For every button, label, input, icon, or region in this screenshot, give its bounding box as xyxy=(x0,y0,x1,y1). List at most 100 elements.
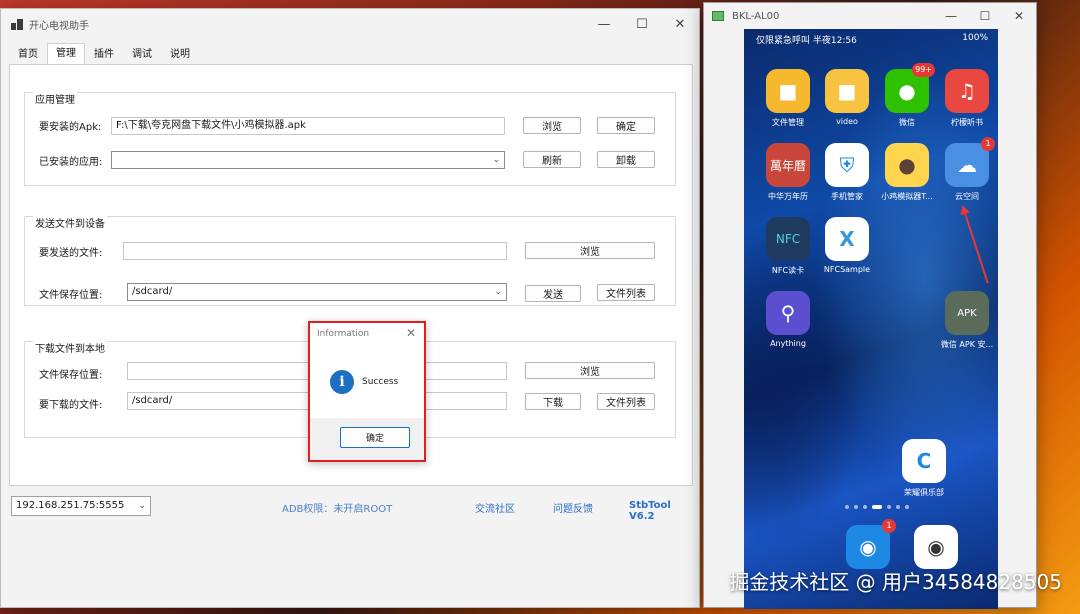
confirm-install-button[interactable]: 确定 xyxy=(597,117,655,134)
close-icon[interactable]: ✕ xyxy=(406,326,416,340)
minimize-icon[interactable]: — xyxy=(585,9,623,39)
send-save-location-select[interactable]: /sdcard/ ⌄ xyxy=(127,283,507,301)
app-wechat-apk-installer[interactable]: APK 微信 APK 安... xyxy=(935,291,998,350)
app-label: 中华万年历 xyxy=(768,192,808,201)
app-label: video xyxy=(836,117,858,126)
download-file-list-button[interactable]: 文件列表 xyxy=(597,393,655,410)
send-save-location-label: 文件保存位置: xyxy=(39,290,103,301)
dialog-title: Information xyxy=(317,329,370,339)
phone-status-bar: 仅限紧急呼叫 半夜12:56 100% xyxy=(756,33,996,47)
page-dot[interactable] xyxy=(887,505,891,509)
dialog-message: Success xyxy=(362,377,399,387)
uninstall-button[interactable]: 卸载 xyxy=(597,151,655,168)
phone-title-bar: BKL-AL00 — ☐ ✕ xyxy=(704,3,1036,29)
calendar-icon: 萬年曆 xyxy=(766,143,810,187)
maximize-icon[interactable]: ☐ xyxy=(623,9,661,39)
shield-icon: ⛨ xyxy=(825,143,869,187)
page-dot[interactable] xyxy=(905,505,909,509)
window-controls: — ☐ ✕ xyxy=(585,9,699,39)
app-calendar[interactable]: 萬年曆 中华万年历 xyxy=(756,143,820,202)
close-icon[interactable]: ✕ xyxy=(661,9,699,39)
app-lemon-audiobook[interactable]: ♫ 柠檬听书 xyxy=(935,69,998,128)
phone-app-icon xyxy=(712,11,724,21)
browser-icon: ◉ 1 xyxy=(846,519,896,569)
app-cloud-space[interactable]: ☁ 1 云空间 xyxy=(935,137,998,202)
app-wechat[interactable]: ● 99+ 微信 xyxy=(875,63,939,128)
installed-apps-label: 已安装的应用: xyxy=(39,157,103,168)
app-nfc-sample[interactable]: X NFCSample xyxy=(815,217,879,274)
close-icon[interactable]: ✕ xyxy=(1002,3,1036,29)
tab-bar: 首页 管理 插件 调试 说明 xyxy=(9,43,199,65)
maximize-icon[interactable]: ☐ xyxy=(968,3,1002,29)
send-file-group: 发送文件到设备 要发送的文件: 浏览 文件保存位置: /sdcard/ ⌄ 发送… xyxy=(24,215,676,306)
installed-apps-select[interactable]: ⌄ xyxy=(111,151,505,169)
app-label: 云空间 xyxy=(955,192,979,201)
page-dot[interactable] xyxy=(863,505,867,509)
chevron-down-icon: ⌄ xyxy=(494,287,502,297)
tab-help[interactable]: 说明 xyxy=(161,45,199,65)
tab-plugins[interactable]: 插件 xyxy=(85,45,123,65)
info-icon: i xyxy=(330,370,354,394)
refresh-button[interactable]: 刷新 xyxy=(523,151,581,168)
app-nfc-reader[interactable]: NFC NFC读卡 xyxy=(756,217,820,276)
app-management-group: 应用管理 要安装的Apk: F:\下载\夸克网盘下载文件\小鸡模拟器.apk 浏… xyxy=(24,91,676,186)
nfc-icon: NFC xyxy=(766,217,810,261)
send-button[interactable]: 发送 xyxy=(525,285,581,302)
app-label: NFC读卡 xyxy=(771,266,805,275)
xamarin-icon: X xyxy=(825,217,869,261)
video-folder-icon: ■ xyxy=(825,69,869,113)
browse-send-button[interactable]: 浏览 xyxy=(525,242,655,259)
apk-label: 要安装的Apk: xyxy=(39,122,102,133)
send-file-list-button[interactable]: 文件列表 xyxy=(597,284,655,301)
search-icon: ⚲ xyxy=(766,291,810,335)
phone-mirror-window: BKL-AL00 — ☐ ✕ 仅限紧急呼叫 半夜12:56 100% ■ 文件管… xyxy=(703,2,1037,609)
minimize-icon[interactable]: — xyxy=(934,3,968,29)
notification-badge: 1 xyxy=(882,519,896,533)
app-video[interactable]: ■ video xyxy=(815,69,879,126)
community-link[interactable]: 交流社区 xyxy=(475,500,515,515)
page-dot[interactable] xyxy=(845,505,849,509)
title-bar: 开心电视助手 — ☐ ✕ xyxy=(1,9,699,39)
honor-club-icon: C xyxy=(902,439,946,483)
information-dialog: Information ✕ i Success 确定 xyxy=(308,321,426,462)
browse-apk-button[interactable]: 浏览 xyxy=(523,117,581,134)
phone-screen[interactable]: 仅限紧急呼叫 半夜12:56 100% ■ 文件管理 ■ video ● 99+… xyxy=(744,29,998,609)
notification-badge: 1 xyxy=(981,137,995,151)
main-window: 开心电视助手 — ☐ ✕ 首页 管理 插件 调试 说明 应用管理 要安装的Apk… xyxy=(0,8,700,608)
book-icon: ♫ xyxy=(945,69,989,113)
app-chick-emulator[interactable]: ● 小鸡模拟器T... xyxy=(875,143,939,202)
group-title: 下载文件到本地 xyxy=(33,340,107,355)
app-phone-manager[interactable]: ⛨ 手机管家 xyxy=(815,143,879,202)
page-dot-active[interactable] xyxy=(872,505,882,509)
notification-badge: 99+ xyxy=(912,63,935,77)
battery-text: 100% xyxy=(962,33,988,43)
page-dot[interactable] xyxy=(896,505,900,509)
device-select[interactable]: 192.168.251.75:5555 ⌄ xyxy=(11,496,151,516)
apk-path-input[interactable]: F:\下载\夸克网盘下载文件\小鸡模拟器.apk xyxy=(111,117,505,135)
watermark: 掘金技术社区 @ 用户34584828505 xyxy=(729,570,1062,594)
page-dot[interactable] xyxy=(854,505,858,509)
tab-home[interactable]: 首页 xyxy=(9,45,47,65)
app-file-manager[interactable]: ■ 文件管理 xyxy=(756,69,820,128)
send-file-label: 要发送的文件: xyxy=(39,248,103,259)
apk-icon: APK xyxy=(945,291,989,335)
chevron-down-icon: ⌄ xyxy=(138,501,146,511)
download-button[interactable]: 下载 xyxy=(525,393,581,410)
app-label: NFCSample xyxy=(823,265,871,274)
group-title: 应用管理 xyxy=(33,91,77,106)
folder-icon: ■ xyxy=(766,69,810,113)
browse-download-button[interactable]: 浏览 xyxy=(525,362,655,379)
tab-manage[interactable]: 管理 xyxy=(47,43,85,65)
app-anything[interactable]: ⚲ Anything xyxy=(756,291,820,348)
chevron-down-icon: ⌄ xyxy=(492,155,500,165)
feedback-link[interactable]: 问题反馈 xyxy=(553,500,593,515)
download-file-label: 要下载的文件: xyxy=(39,400,103,411)
version-label: StbTool V6.2 xyxy=(629,500,671,522)
app-label: 荣耀俱乐部 xyxy=(904,488,944,497)
window-title: 开心电视助手 xyxy=(29,20,89,32)
group-title: 发送文件到设备 xyxy=(33,215,107,230)
app-honor-club[interactable]: C 荣耀俱乐部 xyxy=(892,439,956,498)
dialog-ok-button[interactable]: 确定 xyxy=(340,427,410,448)
send-file-input[interactable] xyxy=(123,242,507,260)
tab-debug[interactable]: 调试 xyxy=(123,45,161,65)
